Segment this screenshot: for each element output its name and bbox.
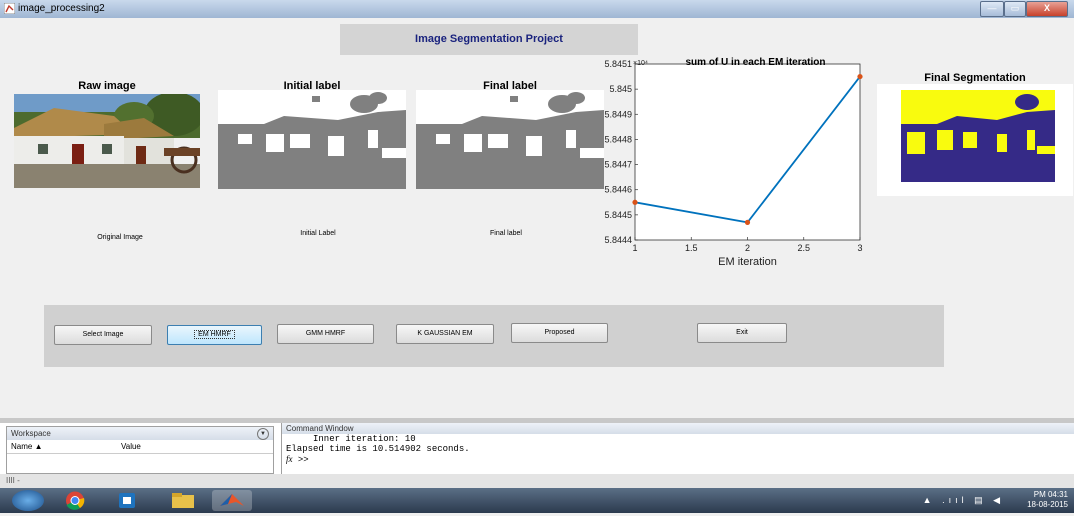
raw-image (14, 92, 204, 188)
y-tick-label: 5.8451 (604, 59, 632, 69)
command-output-line-1: Inner iteration: 10 (286, 434, 416, 444)
exit-button[interactable]: Exit (697, 323, 787, 343)
x-tick-label: 1 (632, 243, 637, 253)
y-tick-label: 5.8445 (604, 210, 632, 220)
em-hmrf-button[interactable]: EM HMRF (167, 325, 262, 345)
y-tick-label: 5.8444 (604, 235, 632, 245)
k-gaussian-em-button[interactable]: K GAUSSIAN EM (396, 324, 494, 344)
select-image-button[interactable]: Select Image (54, 325, 152, 345)
raw-image-caption: Original Image (97, 234, 143, 241)
y-tick-label: 5.8449 (604, 109, 632, 119)
x-tick-label: 1.5 (685, 243, 698, 253)
data-point (744, 219, 751, 225)
raw-image-title: Raw image (78, 80, 136, 92)
window-controls: — ▭ X (980, 1, 1068, 17)
workspace-menu-icon[interactable]: ▼ (257, 428, 269, 440)
outlook-taskbar-icon[interactable] (112, 490, 142, 511)
final-label-caption: Final label (490, 230, 522, 237)
matlab-taskbar-icon[interactable] (212, 490, 252, 511)
taskbar: ▲ .ııl ▤ ◀ PM 04:31 18-08-2015 (0, 488, 1074, 513)
command-window[interactable]: Command Window Inner iteration: 10 Elaps… (281, 423, 1074, 479)
button-panel: Select Image EM HMRF GMM HMRF K GAUSSIAN… (44, 305, 944, 367)
x-tick-label: 2 (745, 243, 750, 253)
workspace-header: Workspace ▼ (7, 427, 273, 440)
initial-label-image (218, 90, 406, 189)
x-tick-label: 2.5 (797, 243, 810, 253)
chrome-taskbar-icon[interactable] (60, 490, 90, 511)
x-tick-label: 3 (857, 243, 862, 253)
data-point (632, 199, 638, 205)
final-segmentation-image (877, 84, 1073, 196)
figure-canvas: Image Segmentation Project Raw image Ori… (0, 18, 1074, 418)
x-axis-label: EM iteration (718, 256, 777, 268)
workspace-col-value[interactable]: Value (121, 440, 141, 453)
window-title: image_processing2 (18, 3, 105, 14)
plot-title: sum of U in each EM iteration (685, 57, 825, 68)
initial-label-caption: Initial Label (300, 230, 336, 237)
explorer-taskbar-icon[interactable] (166, 490, 200, 511)
y-tick-label: 5.8447 (604, 160, 632, 170)
y-tick-label: 5.845 (609, 84, 632, 94)
workspace-columns: Name ▲ Value (7, 440, 273, 454)
start-button[interactable] (12, 490, 44, 511)
final-segmentation-title: Final Segmentation (924, 72, 1026, 84)
tray-icons[interactable]: ▲ .ııl ▤ ◀ (923, 495, 1004, 506)
command-window-title: Command Window (282, 423, 1074, 434)
close-button[interactable]: X (1026, 1, 1068, 17)
minimize-button[interactable]: — (980, 1, 1004, 17)
plot-area (634, 63, 861, 241)
workspace-panel: Workspace ▼ Name ▲ Value (6, 426, 274, 474)
proposed-button[interactable]: Proposed (511, 323, 608, 343)
clock-time: PM 04:31 (1033, 490, 1068, 499)
workspace-col-name[interactable]: Name ▲ (11, 440, 42, 453)
y-tick-label: 5.8448 (604, 134, 632, 144)
command-prompt: >> (297, 455, 309, 465)
command-prompt-line[interactable]: fx >> (282, 454, 1074, 465)
em-hmrf-button-label: EM HMRF (194, 330, 235, 339)
y-exponent-label: ×10⁴ (633, 60, 648, 67)
project-title: Image Segmentation Project (415, 33, 563, 45)
gmm-hmrf-button[interactable]: GMM HMRF (277, 324, 374, 344)
em-iteration-plot: 5.8444 5.8445 5.8446 5.8447 5.8448 5.8449 5.84… (585, 54, 875, 279)
workspace-title: Workspace (11, 429, 51, 438)
final-label-image (416, 90, 604, 189)
status-bar: IIII - (0, 474, 1074, 488)
command-output-line-2: Elapsed time is 10.514902 seconds. (286, 444, 470, 454)
data-point (857, 73, 863, 80)
plot-svg: 5.8444 5.8445 5.8446 5.8447 5.8448 5.8449 5.84… (604, 57, 863, 268)
fx-icon[interactable]: fx (286, 454, 293, 464)
y-tick-label: 5.8446 (604, 185, 632, 195)
project-title-panel: Image Segmentation Project (340, 24, 638, 55)
system-clock[interactable]: PM 04:31 18-08-2015 (1027, 490, 1068, 510)
matlab-figure-icon (4, 3, 15, 14)
maximize-button[interactable]: ▭ (1004, 1, 1026, 17)
clock-date: 18-08-2015 (1027, 500, 1068, 509)
window-titlebar: image_processing2 — ▭ X (0, 0, 1074, 18)
